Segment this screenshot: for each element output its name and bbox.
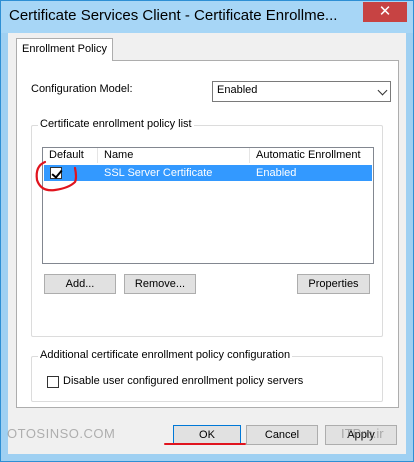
additional-config-group-caption: Additional certificate enrollment policy…: [38, 349, 293, 361]
disable-user-config-label[interactable]: Disable user configured enrollment polic…: [63, 375, 303, 387]
cancel-button[interactable]: Cancel: [246, 425, 318, 445]
column-header-automatic-enrollment[interactable]: Automatic Enrollment: [250, 148, 373, 163]
policy-list-group: Certificate enrollment policy list Defau…: [31, 118, 383, 337]
disable-user-config-checkbox[interactable]: [47, 376, 59, 388]
column-header-default[interactable]: Default: [43, 148, 98, 163]
column-header-name[interactable]: Name: [98, 148, 250, 163]
window-title: Certificate Services Client - Certificat…: [9, 7, 338, 24]
title-bar[interactable]: Certificate Services Client - Certificat…: [1, 1, 413, 33]
row-automatic-enrollment-cell: Enabled: [256, 167, 297, 179]
list-header: Default Name Automatic Enrollment: [43, 148, 373, 163]
dialog-client-area: Enrollment Policy Configuration Model: E…: [8, 33, 406, 454]
add-button[interactable]: Add...: [44, 274, 116, 294]
chevron-down-icon: [377, 85, 388, 96]
additional-config-group: Additional certificate enrollment policy…: [31, 349, 383, 402]
properties-button[interactable]: Properties: [297, 274, 370, 294]
tab-panel-enrollment-policy: Configuration Model: Enabled Certificate…: [16, 60, 399, 408]
row-name-cell: SSL Server Certificate: [104, 167, 213, 179]
default-checkbox[interactable]: [50, 167, 62, 179]
configuration-model-dropdown[interactable]: Enabled: [212, 81, 391, 102]
ok-button[interactable]: OK: [173, 425, 241, 445]
watermark-right: ITPro.ir: [341, 426, 384, 441]
close-button[interactable]: ✕: [363, 2, 407, 22]
remove-button[interactable]: Remove...: [124, 274, 196, 294]
watermark-left: OTOSINSO.COM: [7, 426, 116, 441]
configuration-model-value: Enabled: [217, 84, 258, 96]
policy-list-view[interactable]: Default Name Automatic Enrollment SSL Se…: [42, 147, 374, 264]
policy-list-group-caption: Certificate enrollment policy list: [38, 118, 194, 130]
dialog-window: Certificate Services Client - Certificat…: [0, 0, 414, 462]
table-row[interactable]: SSL Server Certificate Enabled: [44, 165, 372, 181]
tab-enrollment-policy[interactable]: Enrollment Policy: [16, 38, 113, 61]
configuration-model-label: Configuration Model:: [31, 83, 133, 95]
